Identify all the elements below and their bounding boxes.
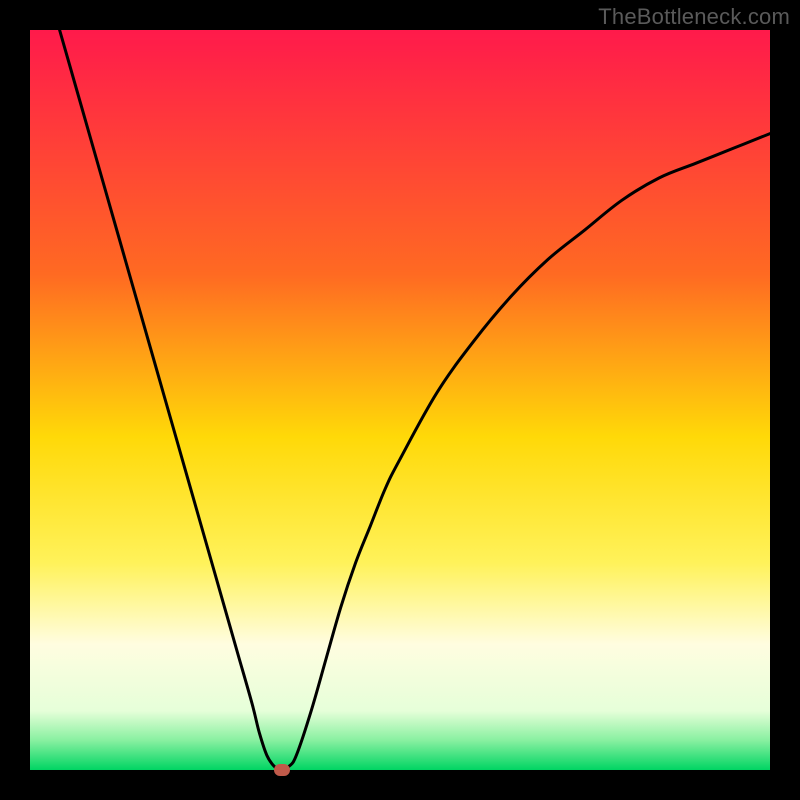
curve-svg (30, 30, 770, 770)
minimum-marker (274, 764, 290, 776)
plot-area (30, 30, 770, 770)
watermark-text: TheBottleneck.com (598, 4, 790, 30)
chart-frame: TheBottleneck.com (0, 0, 800, 800)
bottleneck-curve (60, 30, 770, 770)
